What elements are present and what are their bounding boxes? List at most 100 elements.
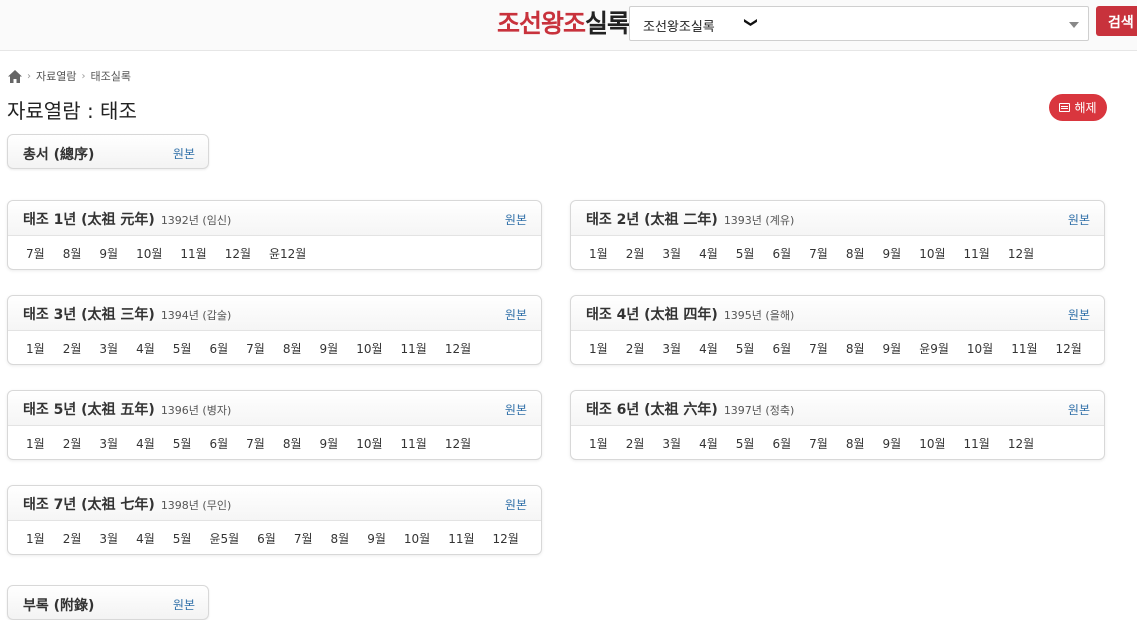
month-link[interactable]: 9월 <box>883 245 902 262</box>
month-link[interactable]: 9월 <box>320 435 339 452</box>
year-card-title[interactable]: 태조 5년 (太祖 五年) 1396년 (병자) <box>23 399 231 419</box>
month-link[interactable]: 9월 <box>99 245 118 262</box>
month-link[interactable]: 10월 <box>356 340 382 357</box>
month-link[interactable]: 11월 <box>1011 340 1037 357</box>
month-link[interactable]: 5월 <box>173 435 192 452</box>
month-link[interactable]: 11월 <box>448 530 474 547</box>
month-link[interactable]: 12월 <box>1056 340 1082 357</box>
month-link[interactable]: 7월 <box>246 435 265 452</box>
month-link[interactable]: 3월 <box>99 340 118 357</box>
month-link[interactable]: 윤12월 <box>269 245 306 262</box>
explanation-button[interactable]: 해제 <box>1049 94 1107 121</box>
month-link[interactable]: 1월 <box>26 340 45 357</box>
year-card-title[interactable]: 태조 7년 (太祖 七年) 1398년 (무인) <box>23 494 231 514</box>
appendix-original-link[interactable]: 원본 <box>173 596 195 613</box>
original-link[interactable]: 원본 <box>505 496 527 513</box>
month-link[interactable]: 4월 <box>136 340 155 357</box>
month-link[interactable]: 8월 <box>846 435 865 452</box>
search-button[interactable]: 검색 <box>1096 6 1137 36</box>
preface-card[interactable]: 총서 (總序) 원본 <box>7 134 209 169</box>
original-link[interactable]: 원본 <box>505 211 527 228</box>
month-link[interactable]: 1월 <box>26 435 45 452</box>
month-link[interactable]: 8월 <box>846 245 865 262</box>
month-link[interactable]: 2월 <box>626 245 645 262</box>
month-link[interactable]: 3월 <box>662 245 681 262</box>
month-link[interactable]: 1월 <box>26 530 45 547</box>
month-link[interactable]: 4월 <box>699 435 718 452</box>
month-link[interactable]: 7월 <box>26 245 45 262</box>
original-link[interactable]: 원본 <box>505 306 527 323</box>
month-link[interactable]: 11월 <box>401 435 427 452</box>
month-link[interactable]: 2월 <box>626 340 645 357</box>
month-link[interactable]: 5월 <box>173 530 192 547</box>
month-link[interactable]: 5월 <box>173 340 192 357</box>
month-link[interactable]: 8월 <box>283 340 302 357</box>
month-link[interactable]: 2월 <box>63 435 82 452</box>
month-link[interactable]: 8월 <box>63 245 82 262</box>
breadcrumb-item-collection[interactable]: 자료열람 <box>36 68 76 84</box>
month-link[interactable]: 10월 <box>967 340 993 357</box>
year-card-title[interactable]: 태조 3년 (太祖 三年) 1394년 (갑술) <box>23 304 231 324</box>
original-link[interactable]: 원본 <box>1068 306 1090 323</box>
month-link[interactable]: 12월 <box>225 245 251 262</box>
month-link[interactable]: 11월 <box>964 245 990 262</box>
month-link[interactable]: 9월 <box>883 340 902 357</box>
appendix-title[interactable]: 부록 (附錄) <box>23 595 94 615</box>
collection-select[interactable]: 조선왕조실록 ❯ <box>629 6 1089 41</box>
month-link[interactable]: 12월 <box>445 340 471 357</box>
month-link[interactable]: 4월 <box>699 340 718 357</box>
site-logo[interactable]: 조선왕조실록 <box>497 4 630 40</box>
month-link[interactable]: 1월 <box>589 340 608 357</box>
month-link[interactable]: 7월 <box>809 435 828 452</box>
month-link[interactable]: 6월 <box>772 340 791 357</box>
month-link[interactable]: 6월 <box>209 435 228 452</box>
year-card-title[interactable]: 태조 1년 (太祖 元年) 1392년 (임신) <box>23 209 231 229</box>
month-link[interactable]: 윤9월 <box>919 340 949 357</box>
month-link[interactable]: 12월 <box>1008 245 1034 262</box>
month-link[interactable]: 10월 <box>136 245 162 262</box>
appendix-card[interactable]: 부록 (附錄) 원본 <box>7 585 209 620</box>
year-card-title[interactable]: 태조 4년 (太祖 四年) 1395년 (을해) <box>586 304 794 324</box>
month-link[interactable]: 3월 <box>662 435 681 452</box>
month-link[interactable]: 10월 <box>404 530 430 547</box>
month-link[interactable]: 5월 <box>736 340 755 357</box>
month-link[interactable]: 4월 <box>136 435 155 452</box>
month-link[interactable]: 2월 <box>626 435 645 452</box>
original-link[interactable]: 원본 <box>1068 401 1090 418</box>
month-link[interactable]: 7월 <box>809 245 828 262</box>
month-link[interactable]: 10월 <box>356 435 382 452</box>
month-link[interactable]: 6월 <box>209 340 228 357</box>
month-link[interactable]: 6월 <box>772 245 791 262</box>
breadcrumb-item-current[interactable]: 태조실록 <box>90 68 130 84</box>
month-link[interactable]: 윤5월 <box>209 530 239 547</box>
year-card-title[interactable]: 태조 2년 (太祖 二年) 1393년 (계유) <box>586 209 794 229</box>
month-link[interactable]: 3월 <box>99 530 118 547</box>
original-link[interactable]: 원본 <box>1068 211 1090 228</box>
month-link[interactable]: 9월 <box>367 530 386 547</box>
month-link[interactable]: 9월 <box>883 435 902 452</box>
month-link[interactable]: 7월 <box>294 530 313 547</box>
month-link[interactable]: 11월 <box>401 340 427 357</box>
month-link[interactable]: 12월 <box>1008 435 1034 452</box>
preface-title[interactable]: 총서 (總序) <box>23 144 94 164</box>
month-link[interactable]: 3월 <box>662 340 681 357</box>
month-link[interactable]: 8월 <box>283 435 302 452</box>
year-card-title[interactable]: 태조 6년 (太祖 六年) 1397년 (정축) <box>586 399 794 419</box>
month-link[interactable]: 8월 <box>331 530 350 547</box>
month-link[interactable]: 6월 <box>257 530 276 547</box>
month-link[interactable]: 4월 <box>136 530 155 547</box>
month-link[interactable]: 8월 <box>846 340 865 357</box>
month-link[interactable]: 10월 <box>919 435 945 452</box>
month-link[interactable]: 5월 <box>736 245 755 262</box>
month-link[interactable]: 6월 <box>772 435 791 452</box>
month-link[interactable]: 9월 <box>320 340 339 357</box>
month-link[interactable]: 2월 <box>63 530 82 547</box>
month-link[interactable]: 2월 <box>63 340 82 357</box>
month-link[interactable]: 5월 <box>736 435 755 452</box>
month-link[interactable]: 4월 <box>699 245 718 262</box>
month-link[interactable]: 7월 <box>246 340 265 357</box>
month-link[interactable]: 12월 <box>493 530 519 547</box>
home-icon[interactable] <box>8 69 22 83</box>
month-link[interactable]: 3월 <box>99 435 118 452</box>
month-link[interactable]: 10월 <box>919 245 945 262</box>
